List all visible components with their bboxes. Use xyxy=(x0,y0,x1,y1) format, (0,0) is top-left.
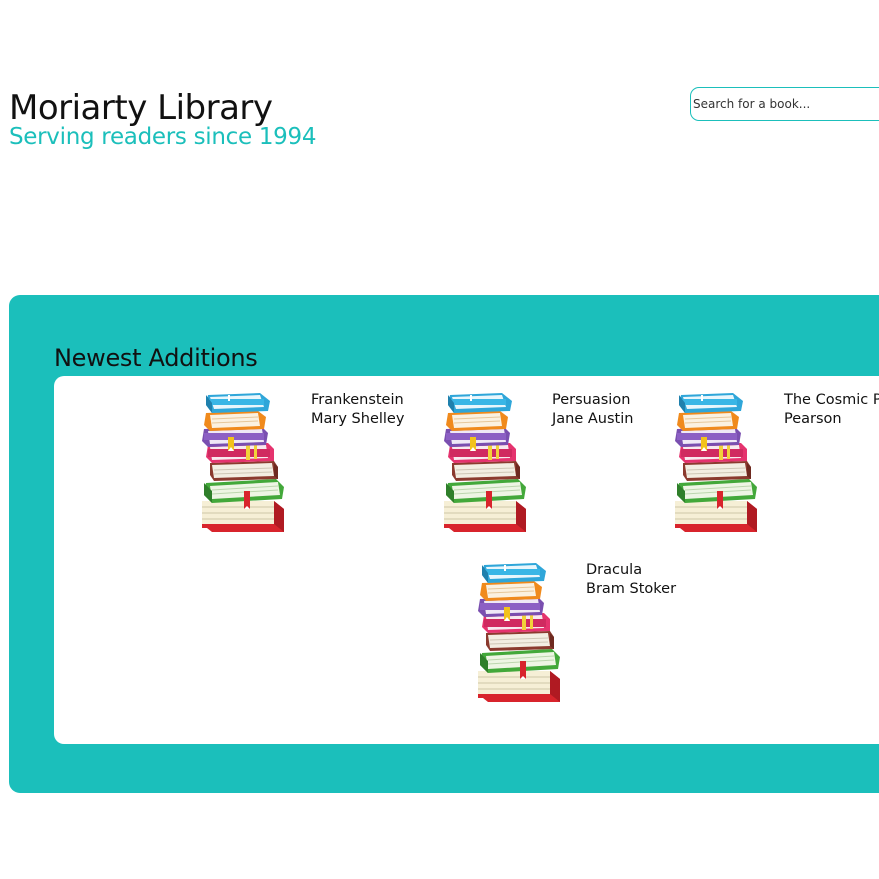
page: Moriarty Library Serving readers since 1… xyxy=(0,0,879,879)
book-stack-icon[interactable] xyxy=(440,391,526,533)
section-heading: Newest Additions xyxy=(54,344,258,372)
book-author: Mary Shelley xyxy=(311,411,405,427)
book-info: Frankenstein Mary Shelley xyxy=(311,391,404,429)
book-author: Bram Stoker xyxy=(586,581,677,597)
search-input[interactable] xyxy=(690,87,879,121)
site-title: Moriarty Library xyxy=(9,88,273,128)
site-tagline: Serving readers since 1994 xyxy=(9,124,317,150)
book-info: Dracula Bram Stoker xyxy=(586,561,676,599)
book-stack-icon[interactable] xyxy=(474,561,560,703)
book-author: Pearson xyxy=(784,411,842,427)
book-title[interactable]: The Cosmic Perspective xyxy=(784,391,879,410)
book-stack-icon[interactable] xyxy=(198,391,284,533)
book-title[interactable]: Persuasion xyxy=(552,391,633,410)
book-info: The Cosmic Perspective Pearson xyxy=(784,391,879,429)
book-stack-icon[interactable] xyxy=(671,391,757,533)
book-info: Persuasion Jane Austin xyxy=(552,391,633,429)
book-author: Jane Austin xyxy=(552,411,634,427)
book-title[interactable]: Dracula xyxy=(586,561,676,580)
book-title[interactable]: Frankenstein xyxy=(311,391,404,410)
